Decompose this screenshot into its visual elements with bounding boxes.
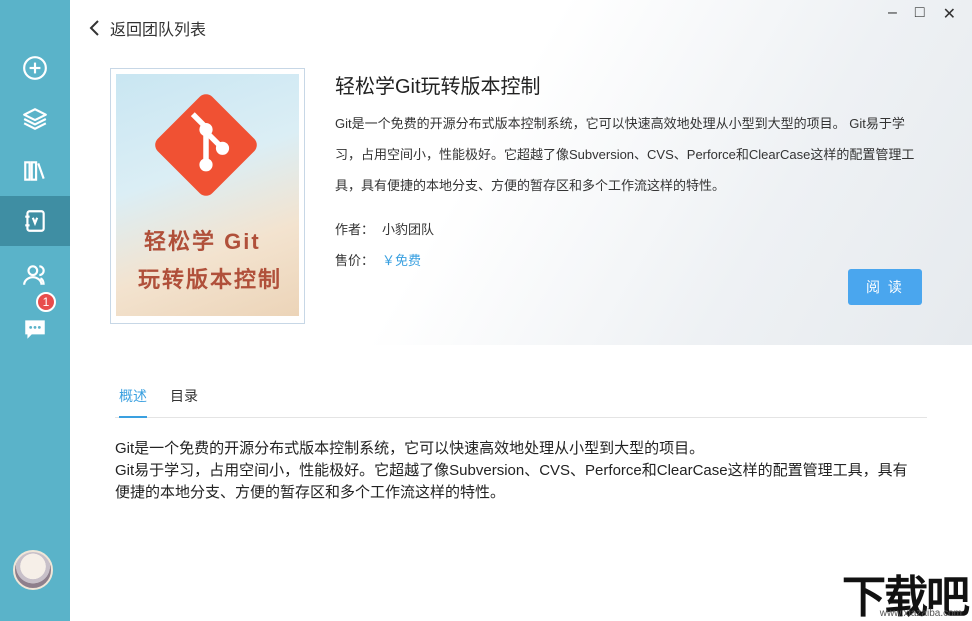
chevron-left-icon [89, 20, 99, 36]
avatar[interactable] [13, 550, 53, 590]
author-label: 作者： [335, 222, 375, 237]
price-label: 售价： [335, 253, 375, 268]
layers-button[interactable] [0, 94, 70, 144]
detail-tabs: 概述 目录 [115, 380, 927, 418]
overview-line1: Git是一个免费的开源分布式版本控制系统，它可以快速高效地处理从小型到大型的项目… [115, 440, 705, 457]
author-value: 小豹团队 [382, 222, 435, 237]
book-title: 轻松学Git玩转版本控制 [335, 76, 541, 98]
users-icon [23, 265, 45, 285]
back-label: 返回团队列表 [110, 22, 207, 39]
watermark: 下载吧 www.xiazaiba.com [834, 561, 970, 621]
team-button[interactable] [0, 250, 70, 300]
git-logo-icon [155, 94, 257, 196]
close-button[interactable]: ✕ [943, 4, 956, 24]
read-button[interactable]: 阅 读 [848, 269, 922, 305]
book-cover: 轻松学 Git 玩转版本控制 [110, 68, 305, 324]
price-row: 售价： ￥免费 [335, 250, 421, 269]
chat-icon [25, 320, 45, 339]
books-icon [24, 161, 45, 181]
library-button[interactable] [0, 146, 70, 196]
book-description: Git是一个免费的开源分布式版本控制系统，它可以快速高效地处理从小型到大型的项目… [335, 116, 915, 193]
minimize-button[interactable]: – [888, 4, 897, 24]
layers-icon [23, 108, 47, 130]
price-value: ￥免费 [382, 253, 422, 268]
cover-title-line1: 轻松学 Git [144, 229, 261, 254]
messages-button[interactable] [0, 304, 70, 354]
overview-content: Git是一个免费的开源分布式版本控制系统，它可以快速高效地处理从小型到大型的项目… [115, 438, 915, 504]
maximize-button[interactable]: □ [915, 4, 925, 24]
plus-circle-icon [23, 56, 47, 80]
sidebar: 1 [0, 0, 70, 621]
tab-toc[interactable]: 目录 [170, 380, 198, 418]
ebook-icon [25, 210, 45, 232]
back-button[interactable]: 返回团队列表 [88, 16, 206, 40]
author-row: 作者： 小豹团队 [335, 219, 434, 238]
window-controls: – □ ✕ [888, 4, 956, 24]
overview-line2: Git易于学习，占用空间小，性能极好。它超越了像Subversion、CVS、P… [115, 462, 908, 501]
cover-title-line2: 玩转版本控制 [138, 267, 283, 292]
add-button[interactable] [0, 43, 70, 93]
watermark-url: www.xiazaiba.com [879, 608, 962, 619]
cover-image: 轻松学 Git 玩转版本控制 [116, 74, 299, 316]
notification-badge: 1 [36, 292, 56, 312]
tab-overview[interactable]: 概述 [119, 380, 147, 418]
book-button[interactable] [0, 196, 70, 246]
